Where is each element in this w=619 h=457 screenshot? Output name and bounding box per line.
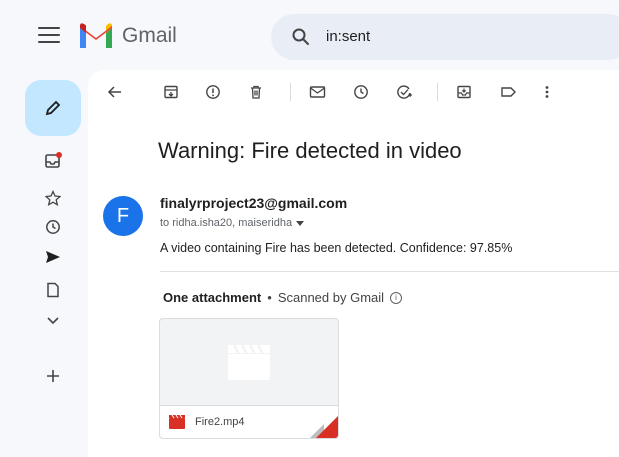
toolbar-divider [437, 83, 438, 101]
delete-icon[interactable] [246, 82, 266, 102]
attachment-filename: Fire2.mp4 [195, 416, 245, 428]
gmail-logo-icon[interactable] [78, 22, 114, 50]
snoozed-clock-icon[interactable] [42, 216, 64, 238]
attachments-header: One attachment • Scanned by Gmail i [163, 290, 403, 305]
search-input[interactable]: in:sent [326, 28, 370, 45]
snooze-icon[interactable] [351, 82, 371, 102]
inbox-icon[interactable] [42, 150, 64, 172]
label-icon[interactable] [498, 82, 518, 102]
left-rail [0, 70, 88, 457]
scan-note: Scanned by Gmail [277, 290, 385, 305]
search-bar[interactable]: in:sent [271, 14, 619, 60]
info-icon[interactable]: i [390, 291, 403, 304]
mark-unread-icon[interactable] [307, 82, 327, 102]
attachment-footer: Fire2.mp4 [160, 405, 338, 438]
report-spam-icon[interactable] [203, 82, 223, 102]
video-clapperboard-icon [228, 344, 270, 380]
sent-icon[interactable] [42, 246, 64, 268]
chevron-down-icon[interactable] [296, 220, 305, 226]
add-to-tasks-icon[interactable] [394, 82, 414, 102]
message-view: Warning: Fire detected in video F finaly… [88, 70, 619, 457]
add-label-plus-icon[interactable] [42, 365, 64, 387]
email-subject: Warning: Fire detected in video [158, 138, 462, 163]
starred-icon[interactable] [42, 187, 64, 209]
video-file-icon [169, 415, 185, 429]
toolbar-divider [290, 83, 291, 101]
drafts-icon[interactable] [42, 279, 64, 301]
attachment-preview [160, 319, 338, 405]
pencil-icon [45, 100, 61, 116]
top-bar: Gmail in:sent [0, 0, 619, 70]
email-body: A video containing Fire has been detecte… [160, 241, 513, 255]
move-to-icon[interactable] [454, 82, 474, 102]
page-fold-corner [316, 416, 338, 438]
more-options-icon[interactable] [537, 82, 557, 102]
recipients-toggle[interactable]: to ridha.isha20, maiseridha [160, 217, 305, 229]
main-menu-icon[interactable] [38, 24, 60, 46]
more-chevron-down-icon[interactable] [42, 310, 64, 332]
separator-dot: • [267, 290, 272, 305]
recipients-text: to ridha.isha20, maiseridha [160, 217, 293, 229]
attachment-card[interactable]: Fire2.mp4 [159, 318, 339, 439]
sender-email[interactable]: finalyrproject23@gmail.com [160, 195, 347, 211]
archive-icon[interactable] [161, 82, 181, 102]
back-arrow-icon[interactable] [105, 82, 125, 102]
sender-avatar[interactable]: F [103, 196, 143, 236]
search-icon[interactable] [291, 27, 311, 47]
brand-name: Gmail [122, 24, 177, 47]
attachments-count: One attachment [163, 290, 262, 305]
compose-button[interactable] [25, 80, 81, 136]
divider [160, 271, 619, 272]
